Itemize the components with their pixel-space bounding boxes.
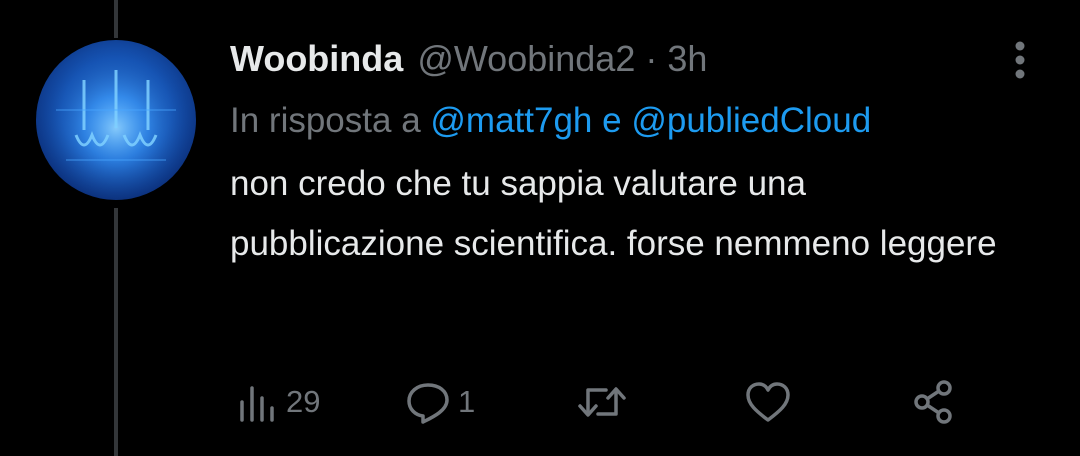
more-vertical-icon [1015, 41, 1025, 79]
views-icon [240, 386, 274, 422]
tweet-header: Woobinda @Woobinda2 · 3h [230, 30, 1040, 88]
reply-mention-1[interactable]: @matt7gh [430, 101, 592, 140]
share-icon [914, 380, 952, 424]
reply-icon [407, 383, 449, 424]
views-button[interactable]: 29 [236, 380, 320, 424]
avatar-image [36, 40, 196, 200]
more-options-button[interactable] [1000, 40, 1040, 80]
tweet-actions: 29 1 [236, 372, 966, 432]
separator-dot: · [645, 38, 658, 79]
timestamp[interactable]: 3h [667, 30, 707, 88]
thread-line-top [114, 0, 118, 38]
tweet-text: non credo che tu sappia valutare una pub… [230, 164, 997, 263]
avatar[interactable] [36, 40, 196, 200]
retweet-icon [578, 387, 626, 417]
views-count: 29 [286, 384, 321, 419]
share-button[interactable] [910, 378, 958, 426]
reply-prefix: In risposta a [230, 101, 421, 140]
reply-button[interactable]: 1 [404, 380, 475, 424]
reply-context: In risposta a @matt7gh e @publiedCloud [230, 92, 1040, 150]
reply-conjunction: e [602, 101, 622, 140]
heart-icon [746, 382, 790, 422]
user-handle[interactable]: @Woobinda2 [417, 30, 635, 88]
reply-mention-2[interactable]: @publiedCloud [631, 101, 871, 140]
thread-line-bottom [114, 208, 118, 456]
retweet-button[interactable] [576, 380, 628, 424]
tweet[interactable]: Woobinda @Woobinda2 · 3h In risposta a @… [230, 30, 1040, 274]
display-name[interactable]: Woobinda [230, 30, 403, 88]
like-button[interactable] [744, 380, 792, 424]
replies-count: 1 [458, 384, 476, 419]
